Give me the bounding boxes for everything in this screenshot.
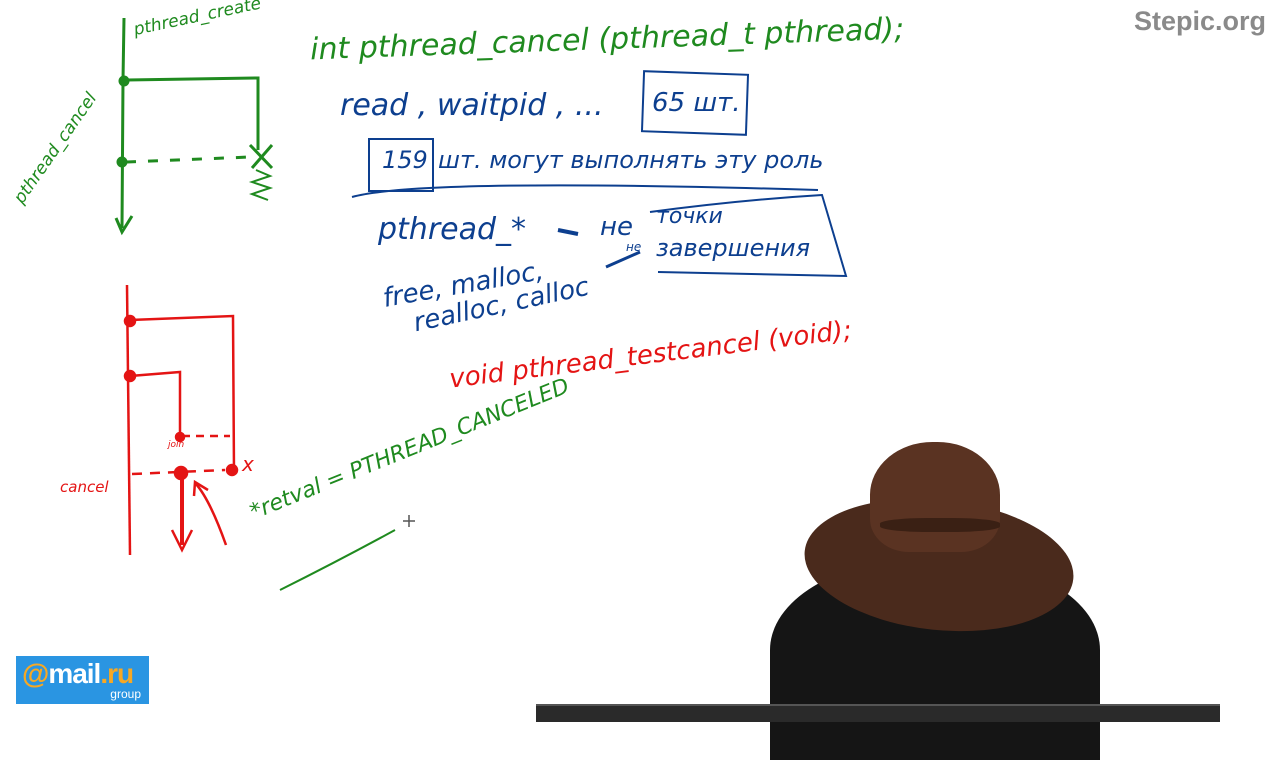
cancel-points-list: read , waitpid , ...	[340, 88, 604, 123]
count-159-rest: шт. могут выполнять эту роль	[438, 146, 824, 174]
alloc-ne: не	[626, 240, 642, 254]
pthread-star: pthread_*	[378, 212, 527, 247]
label-cancel: cancel	[60, 478, 109, 496]
hat-crown	[870, 442, 1000, 552]
red-thread-diagram	[123, 284, 239, 556]
laptop-edge	[536, 704, 1220, 722]
mailru-group-logo: @mail.ru group	[16, 656, 149, 704]
green-thread-diagram	[114, 17, 274, 236]
presenter	[740, 440, 1120, 760]
arrow-ne: не	[600, 212, 633, 242]
box-completion: завершения	[656, 234, 811, 262]
cursor-crosshair-icon	[403, 515, 415, 527]
count-65: 65 шт.	[652, 88, 741, 118]
stepic-watermark: Stepic.org	[1133, 6, 1266, 36]
label-x: x	[242, 452, 254, 476]
box-points: точки	[656, 204, 723, 229]
label-join: join	[168, 440, 185, 450]
green-underline	[279, 529, 396, 591]
count-159: 159	[382, 146, 428, 174]
